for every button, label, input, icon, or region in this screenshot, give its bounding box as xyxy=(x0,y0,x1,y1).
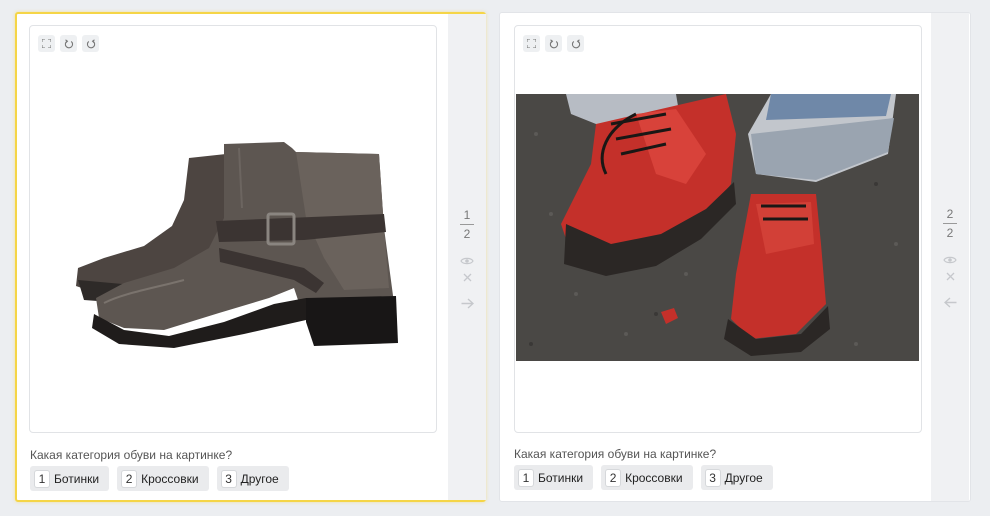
counter-divider xyxy=(943,223,957,224)
answer-button-sneakers[interactable]: 2 Кроссовки xyxy=(601,465,693,490)
arrow-left-icon[interactable] xyxy=(943,295,957,309)
answer-buttons: 1 Ботинки 2 Кроссовки 3 Другое xyxy=(30,466,289,491)
counter-divider xyxy=(460,224,474,225)
task-sidebar: 2 2 xyxy=(931,13,969,501)
eye-icon[interactable] xyxy=(460,254,474,268)
eye-icon[interactable] xyxy=(943,253,957,267)
answer-label: Другое xyxy=(240,471,279,486)
image-tools xyxy=(38,35,99,52)
image-tools xyxy=(523,35,584,52)
task-card-1[interactable]: Какая категория обуви на картинке? 1 Бот… xyxy=(15,12,486,502)
rotate-left-icon[interactable] xyxy=(60,35,77,52)
rotate-left-icon[interactable] xyxy=(545,35,562,52)
counter-total: 2 xyxy=(946,226,954,240)
counter-current: 1 xyxy=(463,208,471,222)
answer-button-other[interactable]: 3 Другое xyxy=(216,466,289,491)
image-frame xyxy=(29,25,437,433)
task-counter: 2 2 xyxy=(931,207,969,240)
answer-label: Кроссовки xyxy=(625,470,683,485)
task-counter: 1 2 xyxy=(448,208,486,241)
counter-current: 2 xyxy=(946,207,954,221)
answer-button-boots[interactable]: 1 Ботинки xyxy=(30,466,110,491)
answer-label: Ботинки xyxy=(54,471,100,486)
arrow-right-icon[interactable] xyxy=(460,296,474,310)
rotate-right-icon[interactable] xyxy=(567,35,584,52)
answer-buttons: 1 Ботинки 2 Кроссовки 3 Другое xyxy=(514,465,773,490)
hotkey-badge: 3 xyxy=(221,470,236,487)
fullscreen-icon[interactable] xyxy=(523,35,540,52)
hotkey-badge: 3 xyxy=(705,469,720,486)
fullscreen-icon[interactable] xyxy=(38,35,55,52)
close-icon[interactable] xyxy=(943,269,957,283)
hotkey-badge: 1 xyxy=(519,469,533,486)
hotkey-badge: 2 xyxy=(606,469,621,486)
red-boots-on-asphalt-photo xyxy=(516,94,919,361)
answer-label: Кроссовки xyxy=(141,471,199,486)
hotkey-badge: 1 xyxy=(35,470,49,487)
hotkey-badge: 2 xyxy=(122,470,137,487)
answer-button-boots[interactable]: 1 Ботинки xyxy=(514,465,594,490)
question-text: Какая категория обуви на картинке? xyxy=(514,447,717,461)
task-card-2[interactable]: Какая категория обуви на картинке? 1 Бот… xyxy=(499,12,971,502)
answer-button-sneakers[interactable]: 2 Кроссовки xyxy=(117,466,209,491)
close-icon[interactable] xyxy=(460,270,474,284)
counter-total: 2 xyxy=(463,227,471,241)
rotate-right-icon[interactable] xyxy=(82,35,99,52)
answer-label: Другое xyxy=(724,470,763,485)
image-frame xyxy=(514,25,922,433)
grey-ankle-boots-photo xyxy=(76,142,398,348)
question-text: Какая категория обуви на картинке? xyxy=(30,448,233,462)
answer-label: Ботинки xyxy=(538,470,584,485)
answer-button-other[interactable]: 3 Другое xyxy=(700,465,773,490)
task-sidebar: 1 2 xyxy=(448,14,486,500)
